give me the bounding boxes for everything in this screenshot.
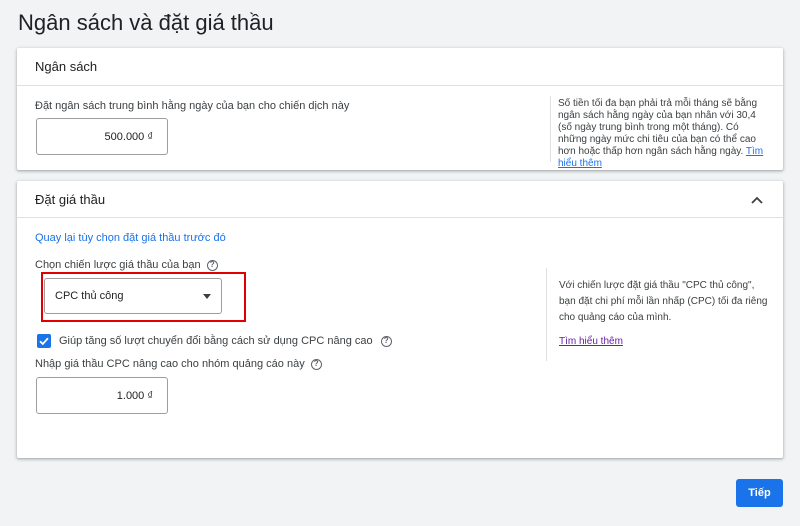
budget-label: Đặt ngân sách trung bình hằng ngày của b…: [35, 100, 350, 112]
bid-strategy-select[interactable]: CPC thủ công: [44, 278, 222, 314]
cpc-bid-label: Nhập giá thầu CPC nâng cao cho nhóm quản…: [35, 358, 322, 370]
daily-budget-input[interactable]: 500.000 ₫: [36, 118, 168, 155]
budget-side-note: Số tiền tối đa bạn phải trả mỗi tháng sẽ…: [558, 98, 770, 170]
bid-strategy-label-text: Chọn chiến lược giá thầu của bạn: [35, 259, 201, 271]
budget-card: Ngân sách Đặt ngân sách trung bình hằng …: [17, 48, 783, 170]
budget-card-header: Ngân sách: [17, 48, 783, 86]
bidding-side-divider: [546, 268, 547, 361]
cpc-bid-input[interactable]: 1.000 ₫: [36, 377, 168, 414]
page-title: Ngân sách và đặt giá thầu: [18, 10, 274, 35]
daily-budget-value: 500.000 ₫: [104, 130, 153, 143]
budget-note-text: Số tiền tối đa bạn phải trả mỗi tháng sẽ…: [558, 98, 758, 157]
help-icon[interactable]: ?: [310, 358, 322, 370]
budget-card-title: Ngân sách: [35, 59, 98, 74]
bidding-card: Đặt giá thầu Quay lại tùy chọn đặt giá t…: [17, 181, 783, 458]
checkmark-icon: [39, 337, 49, 346]
bidding-side-note: Với chiến lược đặt giá thầu "CPC thủ côn…: [559, 278, 771, 326]
help-icon[interactable]: ?: [206, 259, 218, 271]
bidding-card-header[interactable]: Đặt giá thầu: [17, 181, 783, 218]
bid-strategy-label: Chọn chiến lược giá thầu của bạn ?: [35, 259, 218, 271]
dropdown-arrow-icon: [203, 294, 211, 299]
budget-side-divider: [550, 96, 551, 162]
cpc-bid-value: 1.000 ₫: [116, 389, 153, 402]
previous-bid-options-link[interactable]: Quay lại tùy chọn đặt giá thầu trước đó: [35, 232, 226, 244]
chevron-up-icon[interactable]: [747, 190, 767, 210]
bidding-note-text: Với chiến lược đặt giá thầu "CPC thủ côn…: [559, 280, 768, 323]
help-icon[interactable]: ?: [380, 335, 392, 347]
next-button[interactable]: Tiếp: [736, 479, 783, 507]
enhanced-cpc-checkbox-label: Giúp tăng số lượt chuyển đổi bằng cách s…: [59, 335, 373, 347]
bid-strategy-selected-value: CPC thủ công: [55, 290, 124, 302]
enhanced-cpc-checkbox[interactable]: [37, 334, 51, 348]
cpc-bid-label-text: Nhập giá thầu CPC nâng cao cho nhóm quản…: [35, 358, 305, 370]
bidding-card-title: Đặt giá thầu: [35, 191, 106, 207]
bidding-learn-more-link[interactable]: Tìm hiểu thêm: [559, 336, 623, 348]
enhanced-cpc-checkbox-row[interactable]: Giúp tăng số lượt chuyển đổi bằng cách s…: [37, 334, 392, 348]
